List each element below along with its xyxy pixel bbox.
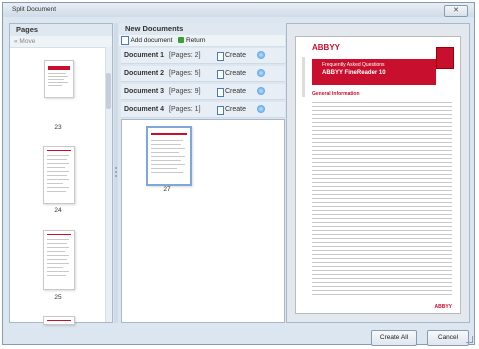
create-button[interactable]: Create: [225, 48, 246, 63]
document-row-4[interactable]: Document 4 [Pages: 1] Create: [121, 102, 285, 118]
document-name: Document 2: [124, 70, 165, 77]
preview-text-block: [312, 99, 452, 295]
split-document-window: Split Document ✕ Pages « Move 23 24 25 N…: [2, 2, 475, 346]
add-document-icon: [121, 35, 129, 45]
create-button[interactable]: Create: [225, 66, 246, 81]
create-icon: [217, 106, 224, 115]
page-number-23: 23: [54, 124, 62, 131]
settings-gear-icon[interactable]: [257, 105, 265, 113]
page-thumbnail-23[interactable]: [44, 60, 74, 98]
create-icon: [217, 70, 224, 79]
footer-logo: ABBYY: [434, 304, 452, 310]
document-pages-area: 27: [121, 119, 285, 323]
banner-line-1: Frequently Asked Questions: [322, 62, 385, 68]
document-name: Document 4: [124, 106, 165, 113]
new-documents-panel: New Documents Add document Return Docume…: [119, 23, 285, 323]
page-thumbnail-24[interactable]: [43, 146, 75, 204]
cancel-button[interactable]: Cancel: [427, 330, 469, 346]
document-row-2[interactable]: Document 2 [Pages: 5] Create: [121, 66, 285, 82]
preview-left-rule: [302, 57, 305, 97]
settings-gear-icon[interactable]: [257, 69, 265, 77]
document-name: Document 3: [124, 88, 165, 95]
page-number-24: 24: [54, 207, 62, 214]
document-row-1[interactable]: Document 1 [Pages: 2] Create: [121, 48, 285, 64]
return-icon: [178, 37, 185, 44]
create-icon: [217, 52, 224, 61]
return-button[interactable]: Return: [186, 37, 206, 44]
document-pages: [Pages: 5]: [169, 70, 201, 77]
settings-gear-icon[interactable]: [257, 51, 265, 59]
document-name: Document 1: [124, 52, 165, 59]
title-bar: Split Document ✕: [3, 3, 474, 17]
create-all-button[interactable]: Create All: [371, 330, 417, 346]
create-icon: [217, 88, 224, 97]
abbyy-logo: ABBYY: [312, 43, 341, 52]
document-pages: [Pages: 1]: [169, 106, 201, 113]
new-docs-toolbar: Add document Return: [119, 35, 285, 47]
add-document-button[interactable]: Add document: [130, 37, 172, 44]
page-thumbnail-26[interactable]: [43, 316, 75, 325]
pages-scrollbar[interactable]: [105, 47, 112, 322]
close-button[interactable]: ✕: [444, 5, 468, 17]
document-row-3[interactable]: Document 3 [Pages: 9] Create: [121, 84, 285, 100]
splitter-left[interactable]: [114, 23, 118, 323]
preview-panel: ABBYY Frequently Asked Questions ABBYY F…: [286, 23, 470, 323]
move-button[interactable]: « Move: [10, 36, 112, 48]
document-pages: [Pages: 9]: [169, 88, 201, 95]
page-thumbnail-25[interactable]: [43, 230, 75, 290]
create-button[interactable]: Create: [225, 84, 246, 99]
section-heading: General Information: [312, 91, 360, 97]
document-pages: [Pages: 2]: [169, 52, 201, 59]
selected-page-number: 27: [163, 186, 171, 193]
banner-line-2: ABBYY FineReader 10: [322, 70, 386, 76]
window-title: Split Document: [12, 6, 57, 13]
pages-panel: Pages « Move 23 24 25: [9, 23, 113, 325]
preview-page: ABBYY Frequently Asked Questions ABBYY F…: [295, 36, 461, 314]
product-box-icon: [436, 47, 454, 69]
selected-page-thumbnail[interactable]: [146, 126, 192, 186]
resize-grip-icon[interactable]: [466, 336, 473, 343]
pages-scroll-thumb[interactable]: [106, 73, 111, 109]
preview-banner: Frequently Asked Questions ABBYY FineRea…: [312, 59, 436, 85]
settings-gear-icon[interactable]: [257, 87, 265, 95]
create-button[interactable]: Create: [225, 102, 246, 117]
page-number-25: 25: [54, 294, 62, 301]
